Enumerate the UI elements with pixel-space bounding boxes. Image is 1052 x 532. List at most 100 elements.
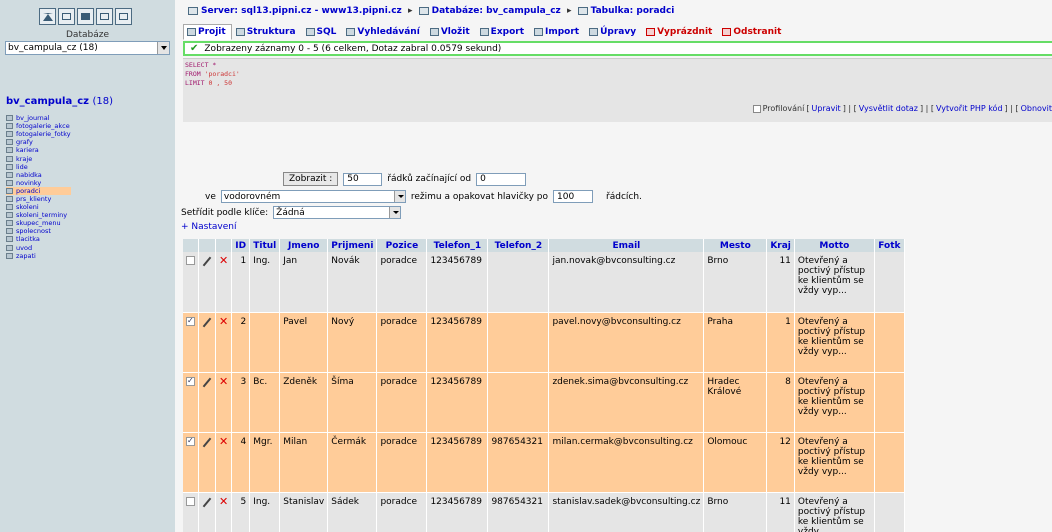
- sidebar-table-item[interactable]: grafy: [6, 138, 71, 146]
- tab-vložit[interactable]: Vložit: [426, 24, 476, 40]
- cell-id[interactable]: 1: [231, 252, 251, 313]
- column-header[interactable]: Telefon_2: [487, 239, 550, 252]
- table-row[interactable]: ✕4Mgr.MilanČermákporadce1234567899876543…: [183, 432, 905, 493]
- pencil-icon[interactable]: [202, 377, 212, 387]
- breadcrumb-server[interactable]: Server: sql13.pipni.cz - www13.pipni.cz: [201, 6, 402, 16]
- pencil-icon[interactable]: [202, 497, 212, 507]
- cell-kraj[interactable]: 1: [766, 312, 795, 373]
- cell-fotka[interactable]: [874, 252, 905, 313]
- cell-motto[interactable]: Otevřený a poctivý přístup ke klientům s…: [794, 252, 875, 313]
- column-header[interactable]: Motto: [794, 239, 875, 252]
- cell-fotka[interactable]: [874, 492, 905, 532]
- cell-titul[interactable]: Ing.: [249, 492, 281, 532]
- cell-pozice[interactable]: poradce: [376, 432, 428, 493]
- breadcrumb-database[interactable]: Databáze: bv_campula_cz: [432, 6, 561, 16]
- display-mode-select[interactable]: vodorovném: [220, 190, 406, 203]
- cell-mesto[interactable]: Hradec Králové: [703, 372, 768, 433]
- table-icon[interactable]: [6, 187, 13, 194]
- cell-kraj[interactable]: 8: [766, 372, 795, 433]
- exit-icon[interactable]: [58, 8, 75, 25]
- cell-mesto[interactable]: Praha: [703, 312, 768, 373]
- cell-email[interactable]: zdenek.sima@bvconsulting.cz: [548, 372, 705, 433]
- sidebar-table-item[interactable]: zapati: [6, 252, 71, 260]
- cell-tel2[interactable]: [487, 372, 550, 433]
- sidebar-table-item[interactable]: skoleni_terminy: [6, 211, 71, 219]
- cell-id[interactable]: 2: [231, 312, 251, 373]
- cell-jmeno[interactable]: Stanislav: [279, 492, 329, 532]
- cell-titul[interactable]: [249, 312, 281, 373]
- pencil-icon[interactable]: [202, 437, 212, 447]
- cell-tel2[interactable]: [487, 312, 550, 373]
- row-checkbox[interactable]: [186, 376, 195, 386]
- tab-vyprázdnit[interactable]: Vyprázdnit: [642, 24, 718, 40]
- cell-jmeno[interactable]: Jan: [279, 252, 329, 313]
- cell-tel1[interactable]: 123456789: [426, 252, 489, 313]
- chevron-down-icon[interactable]: [389, 207, 401, 218]
- row-checkbox[interactable]: [186, 256, 195, 265]
- cell-motto[interactable]: Otevřený a poctivý přístup ke klientům s…: [794, 492, 875, 532]
- cell-email[interactable]: milan.cermak@bvconsulting.cz: [548, 432, 705, 493]
- column-header[interactable]: ID: [231, 239, 251, 252]
- refresh-link[interactable]: Obnovit: [1021, 104, 1052, 113]
- sort-key-select[interactable]: Žádná: [273, 206, 402, 219]
- table-icon[interactable]: [6, 220, 13, 227]
- table-icon[interactable]: [6, 179, 13, 186]
- cell-tel1[interactable]: 123456789: [426, 492, 489, 532]
- tab-úpravy[interactable]: Úpravy: [585, 24, 642, 40]
- table-icon[interactable]: [6, 139, 13, 146]
- row-checkbox[interactable]: [186, 316, 195, 326]
- column-header[interactable]: Fotk: [874, 239, 905, 252]
- table-icon[interactable]: [6, 228, 13, 235]
- sidebar-table-item[interactable]: spolecnost: [6, 227, 71, 235]
- cell-kraj[interactable]: 11: [766, 492, 795, 532]
- tab-import[interactable]: Import: [530, 24, 585, 40]
- cell-motto[interactable]: Otevřený a poctivý přístup ke klientům s…: [794, 372, 875, 433]
- table-icon[interactable]: [6, 147, 13, 154]
- cell-fotka[interactable]: [874, 312, 905, 373]
- tab-sql[interactable]: SQL: [302, 24, 343, 40]
- column-header[interactable]: Kraj: [766, 239, 795, 252]
- cell-pozice[interactable]: poradce: [376, 252, 428, 313]
- cell-email[interactable]: jan.novak@bvconsulting.cz: [548, 252, 705, 313]
- breadcrumb-table[interactable]: Tabulka: poradci: [591, 6, 675, 16]
- cell-titul[interactable]: Mgr.: [249, 432, 281, 493]
- table-icon[interactable]: [6, 123, 13, 130]
- cell-pozice[interactable]: poradce: [376, 492, 428, 532]
- delete-icon[interactable]: ✕: [219, 375, 228, 388]
- cell-prijmeni[interactable]: Šíma: [327, 372, 378, 433]
- cell-pozice[interactable]: poradce: [376, 372, 428, 433]
- table-icon[interactable]: [6, 171, 13, 178]
- tab-vyhledávání[interactable]: Vyhledávání: [342, 24, 425, 40]
- delete-icon[interactable]: ✕: [219, 315, 228, 328]
- cell-prijmeni[interactable]: Sádek: [327, 492, 378, 532]
- table-icon[interactable]: [6, 115, 13, 122]
- cell-motto[interactable]: Otevřený a poctivý přístup ke klientům s…: [794, 312, 875, 373]
- row-checkbox[interactable]: [186, 496, 195, 506]
- explain-query-link[interactable]: Vysvětlit dotaz: [859, 104, 918, 113]
- docs-icon[interactable]: [96, 8, 113, 25]
- delete-icon[interactable]: ✕: [219, 495, 228, 508]
- table-icon[interactable]: [6, 131, 13, 138]
- cell-mesto[interactable]: Olomouc: [703, 432, 768, 493]
- tab-projit[interactable]: Projit: [183, 24, 232, 40]
- tab-odstranit[interactable]: Odstranit: [718, 24, 787, 40]
- database-title[interactable]: bv_campula_cz (18): [6, 96, 113, 107]
- sidebar-table-item[interactable]: nabidka: [6, 171, 71, 179]
- table-icon[interactable]: [6, 244, 13, 251]
- cell-email[interactable]: pavel.novy@bvconsulting.cz: [548, 312, 705, 373]
- sidebar-table-item[interactable]: bv_journal: [6, 114, 71, 122]
- sidebar-table-item[interactable]: skoleni: [6, 203, 71, 211]
- cell-jmeno[interactable]: Milan: [279, 432, 329, 493]
- cell-id[interactable]: 4: [231, 432, 251, 493]
- cell-kraj[interactable]: 11: [766, 252, 795, 313]
- cell-tel2[interactable]: 987654321: [487, 492, 550, 532]
- table-icon[interactable]: [6, 155, 13, 162]
- sidebar-table-item[interactable]: fotogalerie_akce: [6, 122, 71, 130]
- table-row[interactable]: ✕3Bc.ZdeněkŠímaporadce123456789 zdenek.si…: [183, 372, 905, 433]
- column-header[interactable]: Titul: [249, 239, 281, 252]
- table-icon[interactable]: [6, 212, 13, 219]
- table-icon[interactable]: [6, 195, 13, 202]
- delete-icon[interactable]: ✕: [219, 435, 228, 448]
- cell-fotka[interactable]: [874, 432, 905, 493]
- sql-docs-icon[interactable]: [115, 8, 132, 25]
